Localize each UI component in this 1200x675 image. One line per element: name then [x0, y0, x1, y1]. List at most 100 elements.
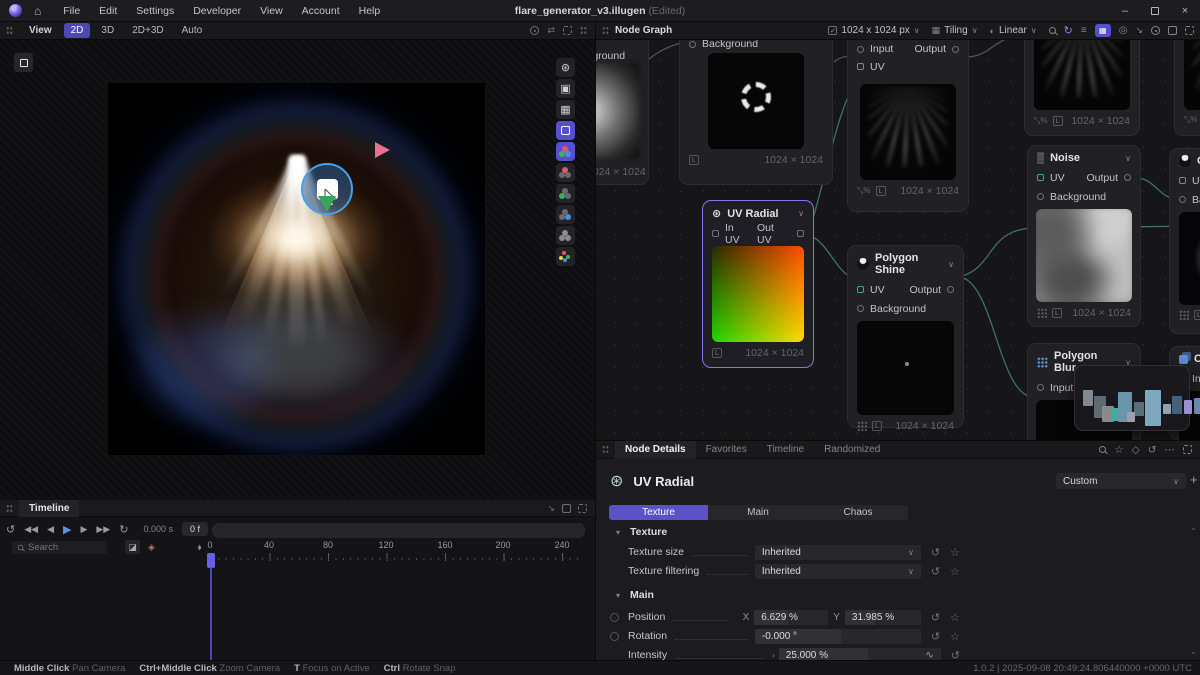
grid-icon[interactable] — [1179, 310, 1189, 320]
record-keyframe-icon[interactable]: ◈ — [144, 540, 159, 554]
channel-green-button[interactable] — [556, 184, 575, 203]
scale-gizmo-arrow[interactable] — [318, 196, 336, 212]
fit-view-icon[interactable] — [1168, 26, 1177, 35]
mode-2d-button[interactable]: 2D — [64, 23, 91, 38]
node-uv-radial[interactable]: ⊛ UV Radial ∨ In UV Out UV L 1024 × 1024 — [702, 200, 814, 368]
scroll-down-icon[interactable]: ⌄ — [1190, 647, 1197, 656]
tab-timeline[interactable]: Timeline — [757, 441, 814, 459]
chevron-down-icon[interactable]: ∨ — [948, 260, 954, 269]
frame-display[interactable]: 0 f — [182, 522, 208, 536]
chevron-down-icon[interactable]: ∨ — [798, 209, 804, 218]
port-output[interactable] — [947, 286, 954, 293]
menu-account[interactable]: Account — [302, 5, 340, 17]
menu-developer[interactable]: Developer — [193, 5, 241, 17]
subtab-chaos[interactable]: Chaos — [808, 505, 908, 520]
play-button[interactable]: ▶ — [63, 523, 71, 536]
port-uv[interactable] — [857, 63, 864, 70]
swap-icon[interactable]: ⇄ — [547, 25, 555, 36]
texture-size-dropdown[interactable]: Inherited ∨ — [755, 545, 921, 560]
lock-size-icon[interactable]: L — [1053, 116, 1063, 126]
chevron-down-icon[interactable]: ∨ — [1125, 154, 1131, 163]
star-icon[interactable]: ☆ — [950, 611, 960, 624]
section-texture[interactable]: ▾Texture — [616, 526, 667, 538]
node-partial-left[interactable]: Background 1024 × 1024 — [596, 40, 649, 185]
viewport-2d[interactable]: ⊛ ▣ ▦ — [0, 40, 595, 500]
drag-handle-icon[interactable] — [6, 504, 13, 513]
collapse-icon[interactable]: ↘ — [547, 503, 555, 514]
loop-icon[interactable]: ↻ — [119, 523, 128, 536]
view-burst-button[interactable]: ⊛ — [556, 58, 575, 77]
port-uv[interactable] — [1179, 177, 1186, 184]
gizmo-toggle-button[interactable] — [14, 53, 33, 72]
tab-view[interactable]: View — [19, 23, 62, 38]
channel-alpha-button[interactable] — [556, 226, 575, 245]
curve-icon[interactable]: ∿ — [925, 650, 933, 661]
tab-favorites[interactable]: Favorites — [696, 441, 757, 459]
port-in-uv[interactable] — [712, 230, 719, 237]
thumbnails-toggle-icon[interactable]: ▦ — [1095, 24, 1111, 37]
node-clipped-right-upper[interactable]: C UV Background L — [1169, 148, 1200, 334]
port-background[interactable] — [1179, 196, 1186, 203]
channel-rgb-button[interactable] — [556, 142, 575, 161]
resolution-dropdown[interactable]: ✓ 1024 x 1024 px∨ — [828, 25, 919, 36]
menu-help[interactable]: Help — [359, 5, 381, 17]
port-input[interactable] — [1037, 384, 1044, 391]
port-uv[interactable] — [1037, 174, 1044, 181]
node-graph-minimap-overlay[interactable] — [1074, 365, 1190, 431]
tiling-dropdown[interactable]: ▦ Tiling∨ — [932, 25, 978, 36]
close-button[interactable]: × — [1170, 0, 1200, 22]
search-input[interactable] — [28, 542, 98, 553]
step-back-icon[interactable]: ◀ — [47, 524, 54, 535]
jump-start-icon[interactable]: ◀◀ — [24, 524, 38, 535]
rotation-gizmo-arrow[interactable] — [375, 142, 390, 158]
fit-frame-icon[interactable] — [563, 26, 572, 35]
port-background[interactable] — [1037, 193, 1044, 200]
position-y-input[interactable]: 31.985 % — [845, 610, 921, 625]
diamond-icon[interactable]: ◇ — [1132, 444, 1140, 456]
menu-view[interactable]: View — [260, 5, 283, 17]
intensity-input[interactable]: 25.000 % ∿ — [779, 648, 941, 661]
star-icon[interactable]: ☆ — [950, 630, 960, 643]
focus-selected-icon[interactable] — [1151, 26, 1160, 35]
keyframe-radio[interactable] — [610, 613, 619, 622]
channel-blue-button[interactable] — [556, 205, 575, 224]
node-clipped-far-top[interactable]: ⤡% L — [1174, 40, 1200, 136]
node-rays-top-right[interactable]: ⤡% L 1024 × 1024 — [1024, 40, 1140, 136]
home-icon[interactable]: ⌂ — [34, 4, 41, 18]
playhead-handle[interactable] — [207, 553, 215, 568]
lock-size-icon[interactable]: L — [876, 186, 886, 196]
tab-randomized[interactable]: Randomized — [814, 441, 890, 459]
fullscreen-icon[interactable] — [1185, 26, 1194, 35]
grid-icon[interactable] — [1037, 308, 1047, 318]
expand-param-icon[interactable]: › — [772, 651, 775, 660]
add-preset-button[interactable]: + — [1190, 472, 1198, 487]
grid-icon[interactable] — [857, 421, 867, 431]
port-input[interactable] — [857, 46, 864, 53]
drag-handle-icon[interactable] — [602, 26, 609, 35]
rotation-input[interactable]: -0.000 ° — [755, 629, 921, 644]
tab-node-details[interactable]: Node Details — [615, 441, 696, 459]
more-options-icon[interactable]: ⋯ — [1165, 444, 1176, 456]
blob-view-icon[interactable]: ◎ — [1119, 25, 1128, 36]
node-polygon-shine[interactable]: Polygon Shine ∨ UV Output Background L — [847, 245, 964, 428]
panel-options-icon[interactable] — [580, 26, 587, 35]
search-icon[interactable] — [1049, 27, 1056, 34]
reset-icon[interactable]: ↺ — [931, 611, 940, 624]
node-composite-top[interactable]: ••• Input Output UV ⤡% L 1024 × 1024 — [847, 40, 969, 212]
autokey-toggle-icon[interactable]: ◪ — [125, 540, 140, 554]
star-icon[interactable]: ☆ — [1114, 444, 1123, 456]
reset-icon[interactable]: ↺ — [931, 546, 940, 559]
keyframe-nav-icon[interactable]: ⬧ — [192, 540, 207, 554]
port-out-uv[interactable] — [797, 230, 804, 237]
star-icon[interactable]: ☆ — [950, 546, 960, 559]
lock-size-icon[interactable]: L — [1194, 310, 1200, 320]
step-forward-icon[interactable]: ▶ — [80, 524, 87, 535]
port-output[interactable] — [1124, 174, 1131, 181]
sync-icon[interactable]: ↻ — [1064, 24, 1073, 37]
texture-filtering-dropdown[interactable]: Inherited ∨ — [755, 564, 921, 579]
star-icon[interactable]: ☆ — [950, 565, 960, 578]
port-output[interactable] — [952, 46, 959, 53]
reset-icon[interactable]: ↺ — [931, 630, 940, 643]
history-icon[interactable]: ↺ — [1148, 444, 1157, 456]
collapse-icon[interactable]: ↘ — [1135, 25, 1143, 36]
